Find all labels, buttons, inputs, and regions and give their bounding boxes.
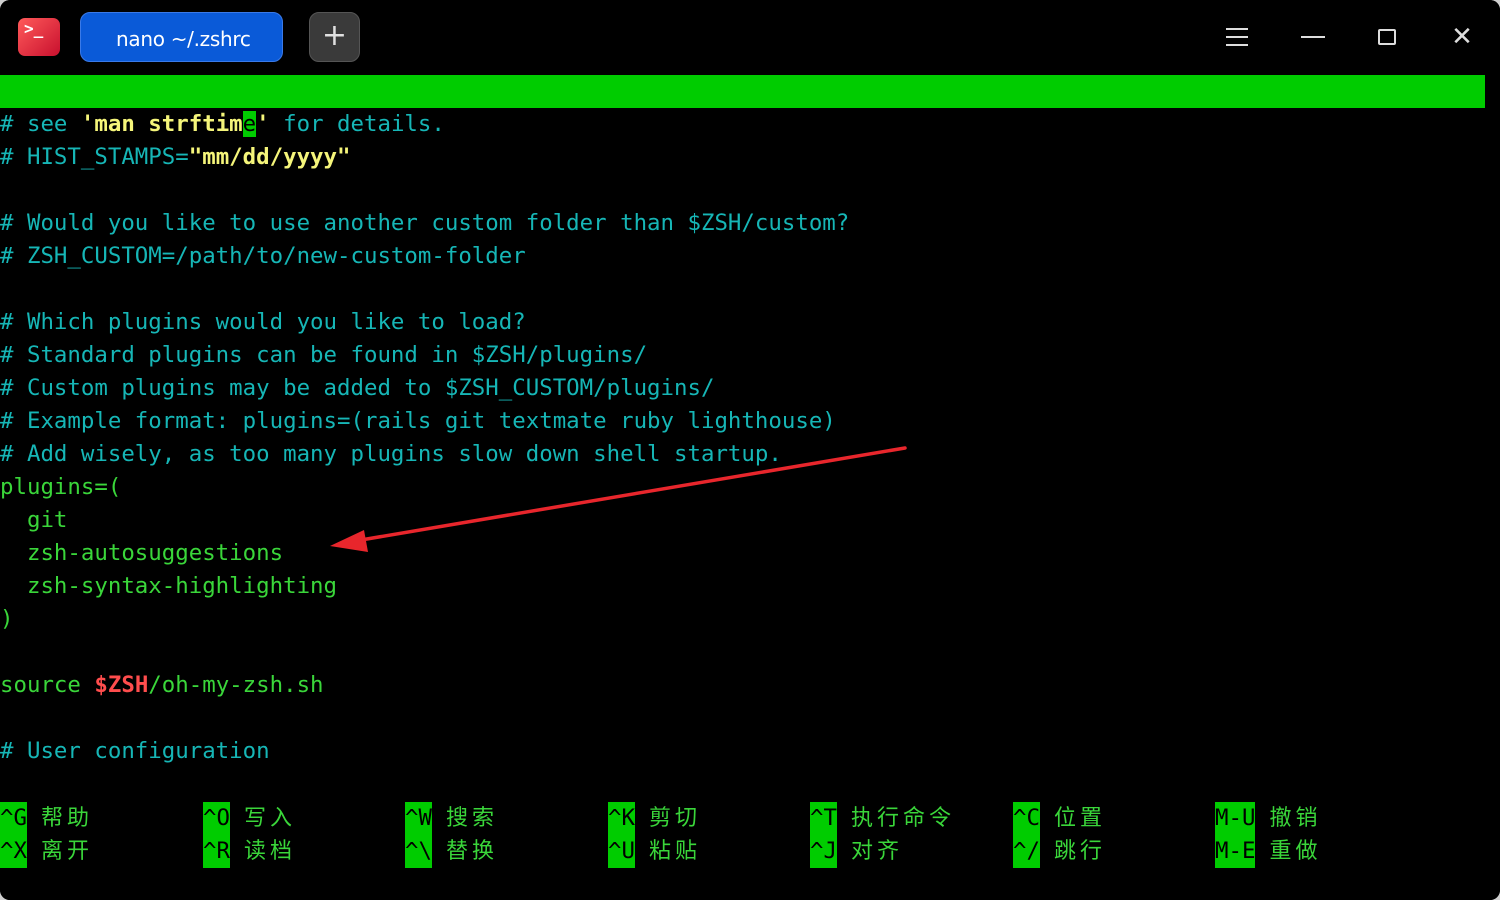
text-segment: "mm/dd/yyyy" xyxy=(188,144,351,170)
text-segment: # ZSH_CUSTOM=/path/to/new-custom-folder xyxy=(0,243,526,269)
text-segment: for details. xyxy=(269,111,445,137)
plus-icon[interactable]: + xyxy=(309,12,360,62)
shortcut-label: 执行命令 xyxy=(850,806,955,831)
shortcut-key: M-E xyxy=(1215,835,1256,868)
shortcut-item: ^C 位置 xyxy=(1013,802,1106,835)
shortcut-key: ^O xyxy=(203,802,230,835)
shortcut-item: ^J 对齐 xyxy=(810,835,903,868)
editor-line: # Custom plugins may be added to $ZSH_CU… xyxy=(0,372,1485,405)
shortcut-key: ^U xyxy=(608,835,635,868)
editor-line: # Add wisely, as too many plugins slow d… xyxy=(0,438,1485,471)
shortcut-key: ^G xyxy=(0,802,27,835)
shortcut-label: 粘贴 xyxy=(648,839,701,864)
text-segment: # Example format: plugins=(rails git tex… xyxy=(0,408,836,434)
shortcut-item: ^T 执行命令 xyxy=(810,802,955,835)
editor-line: ) xyxy=(0,603,1485,636)
editor-text-area[interactable]: # see 'man strftime' for details. # HIST_… xyxy=(0,108,1485,768)
shortcut-label: 剪切 xyxy=(648,806,701,831)
text-segment: # User configuration xyxy=(0,738,270,764)
shortcut-item: ^G 帮助 xyxy=(0,802,93,835)
text-segment: ) xyxy=(0,606,14,632)
close-window-icon[interactable]: ✕ xyxy=(1447,22,1477,52)
text-segment: # see xyxy=(0,111,81,137)
nano-header-bar: GNU nano 5.9 /home/acofork/.zshrc xyxy=(0,75,1485,170)
shortcut-key: ^J xyxy=(810,835,837,868)
shortcut-item: ^U 粘贴 xyxy=(608,835,701,868)
editor-line: # Would you like to use another custom f… xyxy=(0,207,1485,240)
shortcut-label: 帮助 xyxy=(40,806,93,831)
editor-line: source $ZSH/oh-my-zsh.sh xyxy=(0,669,1485,702)
shortcut-label: 撤销 xyxy=(1269,806,1322,831)
shortcut-label: 替换 xyxy=(445,839,498,864)
text-segment: zsh-autosuggestions xyxy=(0,540,284,566)
text-segment: git xyxy=(0,507,68,533)
editor-line: # User configuration xyxy=(0,735,1485,768)
text-segment: 'man strftim xyxy=(80,111,243,137)
shortcut-item: ^O 写入 xyxy=(203,802,296,835)
shortcut-item: ^R 读档 xyxy=(203,835,296,868)
shortcut-label: 位置 xyxy=(1053,806,1106,831)
title-bar: >_ nano ~/.zshrc × + ✕ xyxy=(0,0,1500,75)
shortcut-item: ^K 剪切 xyxy=(608,802,701,835)
text-segment: /oh-my-zsh.sh xyxy=(148,672,324,698)
editor-line: # Which plugins would you like to load? xyxy=(0,306,1485,339)
terminal-window: >_ nano ~/.zshrc × + ✕ GNU nano 5.9 /hom… xyxy=(0,0,1500,900)
text-segment: $ZSH xyxy=(94,672,149,698)
terminal-app-icon[interactable]: >_ xyxy=(18,18,60,56)
text-segment: # Custom plugins may be added to $ZSH_CU… xyxy=(0,375,715,401)
shortcut-key: ^X xyxy=(0,835,27,868)
shortcut-label: 对齐 xyxy=(850,839,903,864)
shortcut-label: 写入 xyxy=(243,806,296,831)
shortcut-key: ^C xyxy=(1013,802,1040,835)
editor-line: # Example format: plugins=(rails git tex… xyxy=(0,405,1485,438)
shortcut-item: M-U 撤销 xyxy=(1215,802,1321,835)
editor-line: git xyxy=(0,504,1485,537)
shortcut-label: 读档 xyxy=(243,839,296,864)
tab-label: nano ~/.zshrc xyxy=(116,27,251,51)
text-segment: # Which plugins would you like to load? xyxy=(0,309,526,335)
text-segment: # Standard plugins can be found in $ZSH/… xyxy=(0,342,648,368)
shortcut-key: ^R xyxy=(203,835,230,868)
terminal-content[interactable]: GNU nano 5.9 /home/acofork/.zshrc # see … xyxy=(0,75,1500,900)
editor-line: # see 'man strftime' for details. xyxy=(0,108,1485,141)
minimize-icon[interactable] xyxy=(1298,22,1328,52)
text-segment: # Would you like to use another custom f… xyxy=(0,210,850,236)
shortcut-label: 搜索 xyxy=(445,806,498,831)
maximize-icon[interactable] xyxy=(1372,22,1402,52)
editor-line: zsh-syntax-highlighting xyxy=(0,570,1485,603)
text-segment: zsh-syntax-highlighting xyxy=(0,573,338,599)
text-cursor: e xyxy=(242,111,257,137)
text-segment: plugins=( xyxy=(0,474,122,500)
tab-nano-zshrc[interactable]: nano ~/.zshrc × xyxy=(80,12,354,62)
shortcut-label: 重做 xyxy=(1269,839,1322,864)
shortcut-label: 离开 xyxy=(40,839,93,864)
shortcut-label: 跳行 xyxy=(1053,839,1106,864)
editor-line: zsh-autosuggestions xyxy=(0,537,1485,570)
editor-line: # HIST_STAMPS="mm/dd/yyyy" xyxy=(0,141,1485,174)
shortcut-key: ^\ xyxy=(405,835,432,868)
text-segment: # Add wisely, as too many plugins slow d… xyxy=(0,441,782,467)
menu-icon[interactable] xyxy=(1222,22,1252,52)
shortcut-item: ^\ 替换 xyxy=(405,835,498,868)
shortcut-item: ^X 离开 xyxy=(0,835,93,868)
shortcut-key: ^W xyxy=(405,802,432,835)
shortcut-key: ^/ xyxy=(1013,835,1040,868)
shortcut-item: ^/ 跳行 xyxy=(1013,835,1106,868)
editor-line: plugins=( xyxy=(0,471,1485,504)
text-segment: ' xyxy=(256,111,270,137)
text-segment: # HIST_STAMPS= xyxy=(0,144,189,170)
shortcut-key: M-U xyxy=(1215,802,1256,835)
shortcut-item: M-E 重做 xyxy=(1215,835,1321,868)
shortcut-item: ^W 搜索 xyxy=(405,802,498,835)
text-segment: source xyxy=(0,672,95,698)
shortcut-key: ^K xyxy=(608,802,635,835)
shortcut-bar: ^G 帮助 ^O 写入 ^W 搜索 ^K 剪切 ^T 执行命令 ^C 位置 M-U 撤销 ^X 离开 ^R 读档 ^… xyxy=(0,802,1500,868)
shortcut-key: ^T xyxy=(810,802,837,835)
editor-line: # ZSH_CUSTOM=/path/to/new-custom-folder xyxy=(0,240,1485,273)
editor-line: # Standard plugins can be found in $ZSH/… xyxy=(0,339,1485,372)
